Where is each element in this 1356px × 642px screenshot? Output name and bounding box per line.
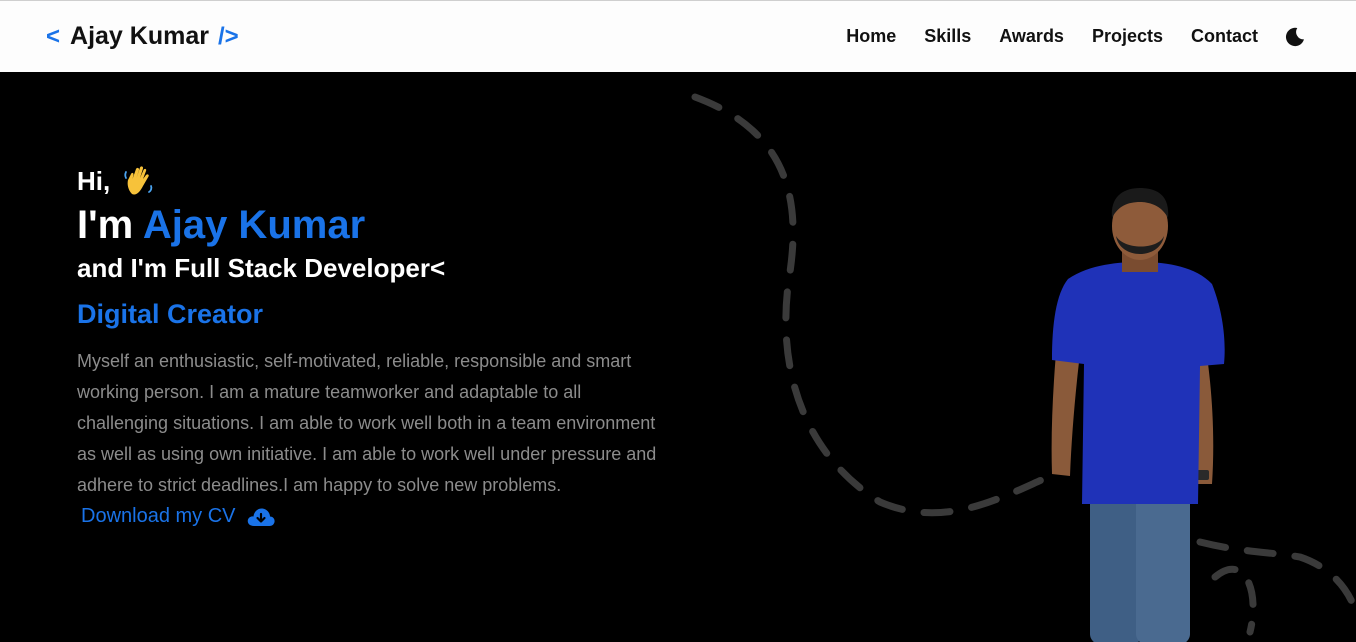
moon-icon[interactable] <box>1284 26 1306 48</box>
waving-hand-icon <box>122 164 156 198</box>
nav-skills[interactable]: Skills <box>924 26 971 47</box>
headline-name: Ajay Kumar <box>142 203 366 247</box>
nav-contact[interactable]: Contact <box>1191 26 1258 47</box>
headline-prefix: I'm <box>77 203 143 247</box>
bio-text: Myself an enthusiastic, self-motivated, … <box>77 351 657 495</box>
brand-close-bracket: /> <box>217 22 239 50</box>
subtitle: Digital Creator <box>77 299 264 329</box>
brand-name: Ajay Kumar <box>70 22 209 50</box>
nav-awards[interactable]: Awards <box>999 26 1064 47</box>
headline: I'm Ajay Kumar <box>77 202 677 248</box>
cloud-download-icon <box>246 506 276 528</box>
brand-logo[interactable]: < Ajay Kumar /> <box>46 22 239 51</box>
navbar: < Ajay Kumar /> Home Skills Awards Proje… <box>0 0 1356 72</box>
nav-projects[interactable]: Projects <box>1092 26 1163 47</box>
intro-block: Hi, I'm Ajay Kumar and I'm Full Stack De… <box>77 164 677 532</box>
download-cv-link[interactable]: Download my CV <box>81 501 276 532</box>
greeting-text: Hi, <box>77 165 111 196</box>
nav-links: Home Skills Awards Projects Contact <box>818 26 1306 48</box>
brand-open-bracket: < <box>46 22 61 50</box>
bio-paragraph: Myself an enthusiastic, self-motivated, … <box>77 346 657 532</box>
download-cv-label: Download my CV <box>81 505 236 527</box>
greeting: Hi, <box>77 164 677 198</box>
profile-photo <box>1051 188 1225 642</box>
nav-home[interactable]: Home <box>846 26 896 47</box>
role-text: and I'm Full Stack Developer< <box>77 253 446 283</box>
hero-section: Hi, I'm Ajay Kumar and I'm Full Stack De… <box>0 72 1356 642</box>
